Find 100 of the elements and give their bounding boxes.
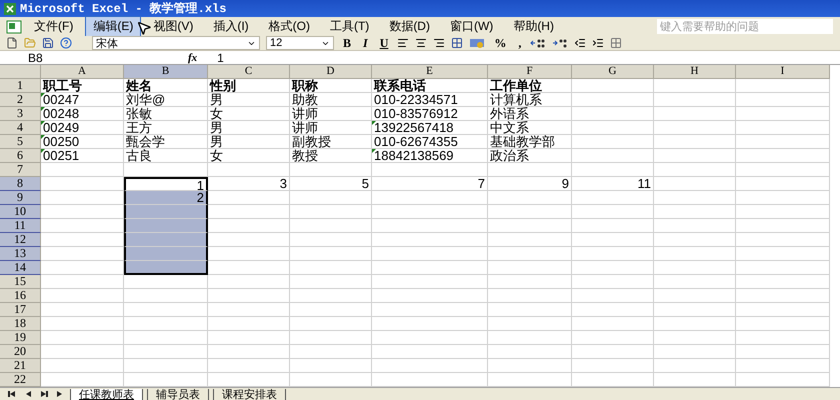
table-cell: 11 (572, 177, 654, 191)
decrease-indent-icon[interactable] (574, 37, 586, 49)
row-header[interactable]: 21 (0, 359, 41, 373)
table-cell: 计算机系 (488, 93, 572, 107)
menu-item[interactable]: 帮助(H) (505, 16, 562, 37)
table-cell: 中文系 (488, 121, 572, 135)
save-icon[interactable] (42, 37, 54, 49)
column-header[interactable]: I (736, 65, 830, 79)
format-button[interactable]: U (376, 36, 392, 50)
row-header[interactable]: 11 (0, 219, 41, 233)
row-header[interactable]: 7 (0, 163, 41, 177)
merge-cells-icon[interactable] (451, 37, 464, 49)
table-cell: 00247 (41, 93, 124, 107)
column-header[interactable]: F (488, 65, 572, 79)
row-header[interactable]: 18 (0, 317, 41, 331)
menu-item[interactable]: 插入(I) (205, 16, 257, 37)
font-dropdown[interactable]: 宋体 (92, 36, 260, 50)
number-format-button[interactable]: % (491, 36, 510, 50)
table-cell: 讲师 (290, 107, 372, 121)
help-search-field[interactable]: 键入需要帮助的问题 (656, 18, 834, 35)
table-cell: 男 (208, 93, 290, 107)
table-cell: 00251 (41, 149, 124, 163)
row-header[interactable]: 8 (0, 177, 41, 191)
row-header[interactable]: 3 (0, 107, 41, 121)
row-header[interactable]: 17 (0, 303, 41, 317)
table-cell: 男 (208, 121, 290, 135)
menu-item[interactable]: 格式(O) (260, 16, 318, 37)
sheet-tab[interactable]: 辅导员表 (147, 388, 209, 400)
row-header[interactable]: 20 (0, 345, 41, 359)
table-cell: 王方 (124, 121, 208, 135)
column-header[interactable]: D (290, 65, 372, 79)
align-right-icon[interactable] (433, 37, 446, 49)
column-header[interactable]: A (41, 65, 124, 79)
table-cell: 教授 (290, 149, 372, 163)
align-center-icon[interactable] (415, 37, 428, 49)
row-header[interactable]: 6 (0, 149, 41, 163)
spreadsheet-icon (4, 2, 16, 14)
table-cell: 讲师 (290, 121, 372, 135)
table-cell: 刘华@ (124, 93, 208, 107)
table-cell: 00248 (41, 107, 124, 121)
row-header[interactable]: 19 (0, 331, 41, 345)
menu-item[interactable]: 工具(T) (322, 16, 378, 37)
column-header[interactable]: H (654, 65, 736, 79)
table-cell: 性别 (208, 79, 290, 93)
row-header[interactable]: 9 (0, 191, 41, 205)
row-header[interactable]: 12 (0, 233, 41, 247)
align-left-icon[interactable] (397, 37, 410, 49)
window-title: Microsoft Excel - 教学管理.xls (20, 1, 226, 17)
table-cell: 3 (208, 177, 290, 191)
column-header[interactable]: G (572, 65, 654, 79)
insert-function-button[interactable]: fx (188, 52, 198, 64)
menu-item[interactable]: 编辑(E) (85, 16, 142, 37)
column-header[interactable]: B (124, 65, 208, 79)
table-cell: 女 (208, 149, 290, 163)
number-format-button[interactable]: , (515, 36, 524, 50)
sheet-nav-icon[interactable] (6, 390, 18, 400)
row-header[interactable]: 15 (0, 275, 41, 289)
new-file-icon[interactable] (6, 37, 18, 49)
font-size-dropdown[interactable]: 12 (266, 36, 334, 50)
menu-item[interactable]: 窗口(W) (442, 16, 502, 37)
row-header[interactable]: 1 (0, 79, 41, 93)
help-icon[interactable] (60, 37, 72, 49)
spreadsheet-icon[interactable] (6, 20, 22, 34)
table-cell: 副教授 (290, 135, 372, 149)
table-cell: 010-22334571 (372, 93, 488, 107)
name-box[interactable]: B8 (0, 50, 148, 64)
table-cell: 政治系 (488, 149, 572, 163)
row-header[interactable]: 22 (0, 373, 41, 387)
currency-icon[interactable] (469, 37, 486, 49)
increase-indent-icon[interactable] (592, 37, 604, 49)
increase-decimal-icon[interactable] (530, 38, 546, 48)
formula-value[interactable]: 1 (217, 50, 224, 64)
table-cell: 7 (372, 177, 488, 191)
menu-item[interactable]: 数据(D) (381, 16, 438, 37)
table-cell: 010-83576912 (372, 107, 488, 121)
table-cell: 工作单位 (488, 79, 572, 93)
row-header[interactable]: 5 (0, 135, 41, 149)
table-cell: 联系电话 (372, 79, 488, 93)
column-header[interactable]: C (208, 65, 290, 79)
row-header[interactable]: 4 (0, 121, 41, 135)
row-header[interactable]: 16 (0, 289, 41, 303)
mouse-pointer-icon (136, 20, 152, 36)
menu-item[interactable]: 文件(F) (26, 16, 82, 37)
format-button[interactable]: B (340, 36, 354, 50)
column-header[interactable]: E (372, 65, 488, 79)
sheet-nav-icon[interactable] (38, 390, 50, 400)
row-header[interactable]: 13 (0, 247, 41, 261)
table-cell: 助教 (290, 93, 372, 107)
sheet-tab[interactable]: 任课教师表 (70, 388, 143, 400)
sheet-tab[interactable]: 课程安排表 (213, 388, 286, 400)
borders-icon[interactable] (610, 37, 622, 49)
row-header[interactable]: 14 (0, 261, 41, 275)
table-cell: 甄会学 (124, 135, 208, 149)
table-cell: 2 (124, 191, 208, 205)
table-cell: 5 (290, 177, 372, 191)
row-header[interactable]: 10 (0, 205, 41, 219)
format-button[interactable]: I (360, 36, 371, 50)
table-cell: 外语系 (488, 107, 572, 121)
row-header[interactable]: 2 (0, 93, 41, 107)
decrease-decimal-icon[interactable] (552, 38, 568, 48)
